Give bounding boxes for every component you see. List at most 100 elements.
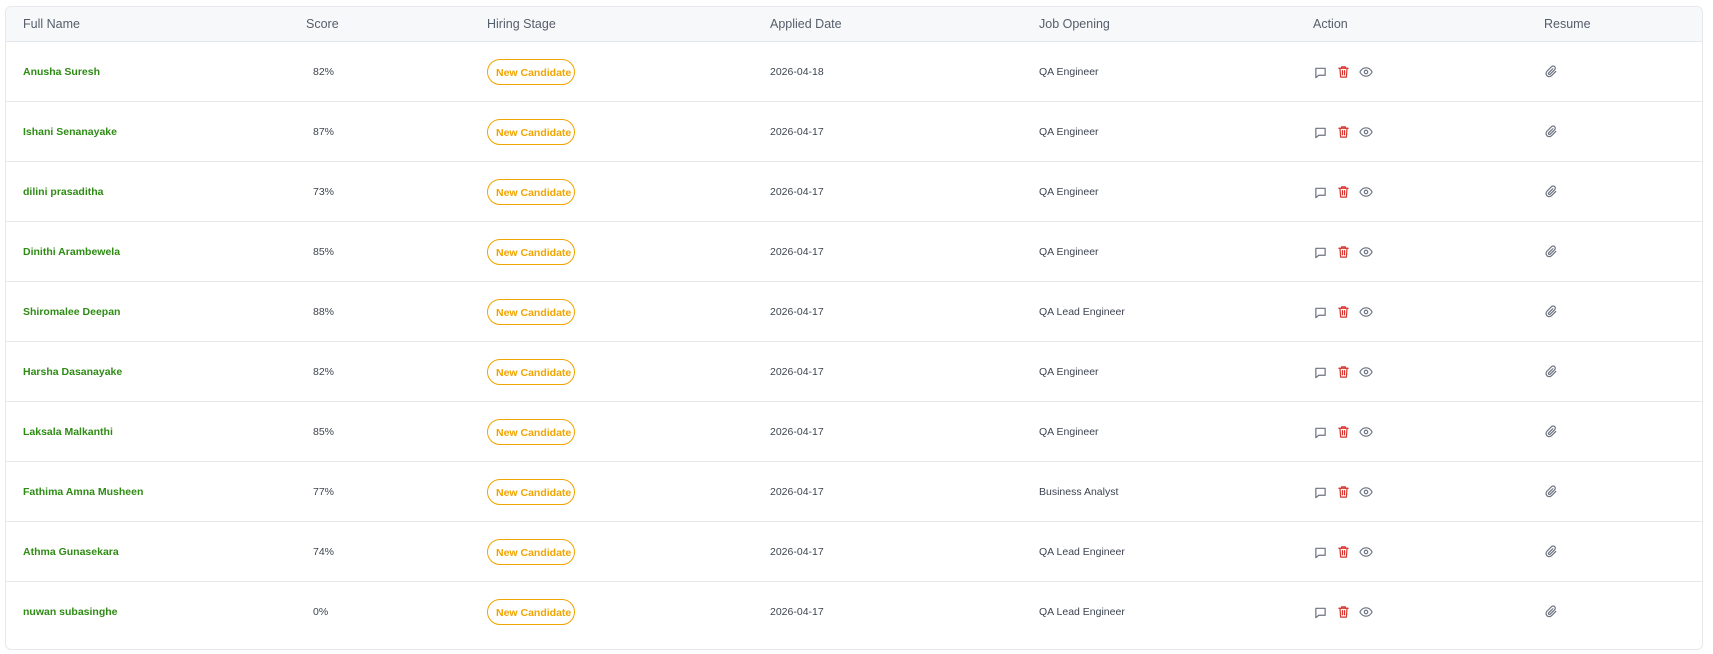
table-row[interactable]: Harsha Dasanayake 82% New Candidate 2026… [6,342,1702,402]
applied-date: 2026-04-17 [770,546,824,558]
comment-icon[interactable] [1313,305,1327,319]
applied-date: 2026-04-18 [770,66,824,78]
paperclip-icon[interactable] [1544,185,1558,199]
comment-icon[interactable] [1313,125,1327,139]
eye-icon[interactable] [1359,245,1373,259]
column-header-score[interactable]: Score [306,7,339,41]
paperclip-icon[interactable] [1544,305,1558,319]
job-opening: QA Lead Engineer [1039,306,1125,318]
comment-icon[interactable] [1313,545,1327,559]
paperclip-icon[interactable] [1544,245,1558,259]
table-row[interactable]: Dinithi Arambewela 85% New Candidate 202… [6,222,1702,282]
candidate-name-link[interactable]: Harsha Dasanayake [23,366,122,378]
job-opening: QA Engineer [1039,246,1099,258]
trash-icon[interactable] [1336,65,1350,79]
comment-icon[interactable] [1313,365,1327,379]
candidate-name-link[interactable]: nuwan subasinghe [23,606,118,618]
trash-icon[interactable] [1336,365,1350,379]
hiring-stage-badge[interactable]: New Candidate [487,59,575,85]
eye-icon[interactable] [1359,125,1373,139]
eye-icon[interactable] [1359,305,1373,319]
trash-icon[interactable] [1336,545,1350,559]
comment-icon[interactable] [1313,425,1327,439]
column-header-applied-date[interactable]: Applied Date [770,7,842,41]
table-row[interactable]: Fathima Amna Musheen 77% New Candidate 2… [6,462,1702,522]
score-value: 85% [313,426,335,438]
job-opening: QA Engineer [1039,186,1099,198]
column-header-hiring-stage[interactable]: Hiring Stage [487,7,556,41]
paperclip-icon[interactable] [1544,425,1558,439]
score-value: 74% [313,546,335,558]
candidate-name-link[interactable]: Athma Gunasekara [23,546,119,558]
eye-icon[interactable] [1359,185,1373,199]
candidate-name-link[interactable]: Fathima Amna Musheen [23,486,143,498]
column-header-action: Action [1313,17,1348,31]
candidate-name-link[interactable]: Anusha Suresh [23,66,100,78]
score-value: 87% [313,126,335,138]
eye-icon[interactable] [1359,545,1373,559]
paperclip-icon[interactable] [1544,365,1558,379]
comment-icon[interactable] [1313,185,1327,199]
applied-date: 2026-04-17 [770,606,824,618]
comment-icon[interactable] [1313,605,1327,619]
table-row[interactable]: Athma Gunasekara 74% New Candidate 2026-… [6,522,1702,582]
column-header-full-name[interactable]: Full Name [23,7,80,41]
trash-icon[interactable] [1336,125,1350,139]
trash-icon[interactable] [1336,185,1350,199]
hiring-stage-badge[interactable]: New Candidate [487,179,575,205]
table-row[interactable]: nuwan subasinghe 0% New Candidate 2026-0… [6,582,1702,642]
table-body: Anusha Suresh 82% New Candidate 2026-04-… [6,42,1702,642]
hiring-stage-badge[interactable]: New Candidate [487,599,575,625]
trash-icon[interactable] [1336,425,1350,439]
trash-icon[interactable] [1336,305,1350,319]
candidate-name-link[interactable]: Ishani Senanayake [23,126,117,138]
comment-icon[interactable] [1313,65,1327,79]
eye-icon[interactable] [1359,365,1373,379]
eye-icon[interactable] [1359,605,1373,619]
column-header-job-opening[interactable]: Job Opening [1039,7,1110,41]
hiring-stage-badge[interactable]: New Candidate [487,479,575,505]
candidate-name-link[interactable]: Laksala Malkanthi [23,426,113,438]
hiring-stage-badge[interactable]: New Candidate [487,359,575,385]
score-value: 77% [313,486,335,498]
paperclip-icon[interactable] [1544,605,1558,619]
table-header: Full Name Score Hiring Stage Applied Dat… [6,7,1702,42]
hiring-stage-badge[interactable]: New Candidate [487,419,575,445]
paperclip-icon[interactable] [1544,65,1558,79]
paperclip-icon[interactable] [1544,125,1558,139]
table-row[interactable]: dilini prasaditha 73% New Candidate 2026… [6,162,1702,222]
eye-icon[interactable] [1359,65,1373,79]
candidate-name-link[interactable]: Dinithi Arambewela [23,246,120,258]
table-row[interactable]: Laksala Malkanthi 85% New Candidate 2026… [6,402,1702,462]
score-value: 88% [313,306,335,318]
comment-icon[interactable] [1313,485,1327,499]
paperclip-icon[interactable] [1544,545,1558,559]
eye-icon[interactable] [1359,485,1373,499]
applied-date: 2026-04-17 [770,246,824,258]
hiring-stage-badge[interactable]: New Candidate [487,299,575,325]
job-opening: Business Analyst [1039,486,1119,498]
table-row[interactable]: Ishani Senanayake 87% New Candidate 2026… [6,102,1702,162]
paperclip-icon[interactable] [1544,485,1558,499]
trash-icon[interactable] [1336,605,1350,619]
table-row[interactable]: Shiromalee Deepan 88% New Candidate 2026… [6,282,1702,342]
candidate-name-link[interactable]: dilini prasaditha [23,186,104,198]
candidate-name-link[interactable]: Shiromalee Deepan [23,306,120,318]
table-row[interactable]: Anusha Suresh 82% New Candidate 2026-04-… [6,42,1702,102]
score-value: 73% [313,186,335,198]
trash-icon[interactable] [1336,485,1350,499]
comment-icon[interactable] [1313,245,1327,259]
eye-icon[interactable] [1359,425,1373,439]
score-value: 82% [313,66,335,78]
score-value: 85% [313,246,335,258]
score-value: 0% [313,606,329,618]
hiring-stage-badge[interactable]: New Candidate [487,539,575,565]
hiring-stage-badge[interactable]: New Candidate [487,119,575,145]
hiring-stage-badge[interactable]: New Candidate [487,239,575,265]
job-opening: QA Lead Engineer [1039,546,1125,558]
job-opening: QA Lead Engineer [1039,606,1125,618]
applied-date: 2026-04-17 [770,186,824,198]
candidates-table: Full Name Score Hiring Stage Applied Dat… [5,6,1703,650]
job-opening: QA Engineer [1039,66,1099,78]
trash-icon[interactable] [1336,245,1350,259]
